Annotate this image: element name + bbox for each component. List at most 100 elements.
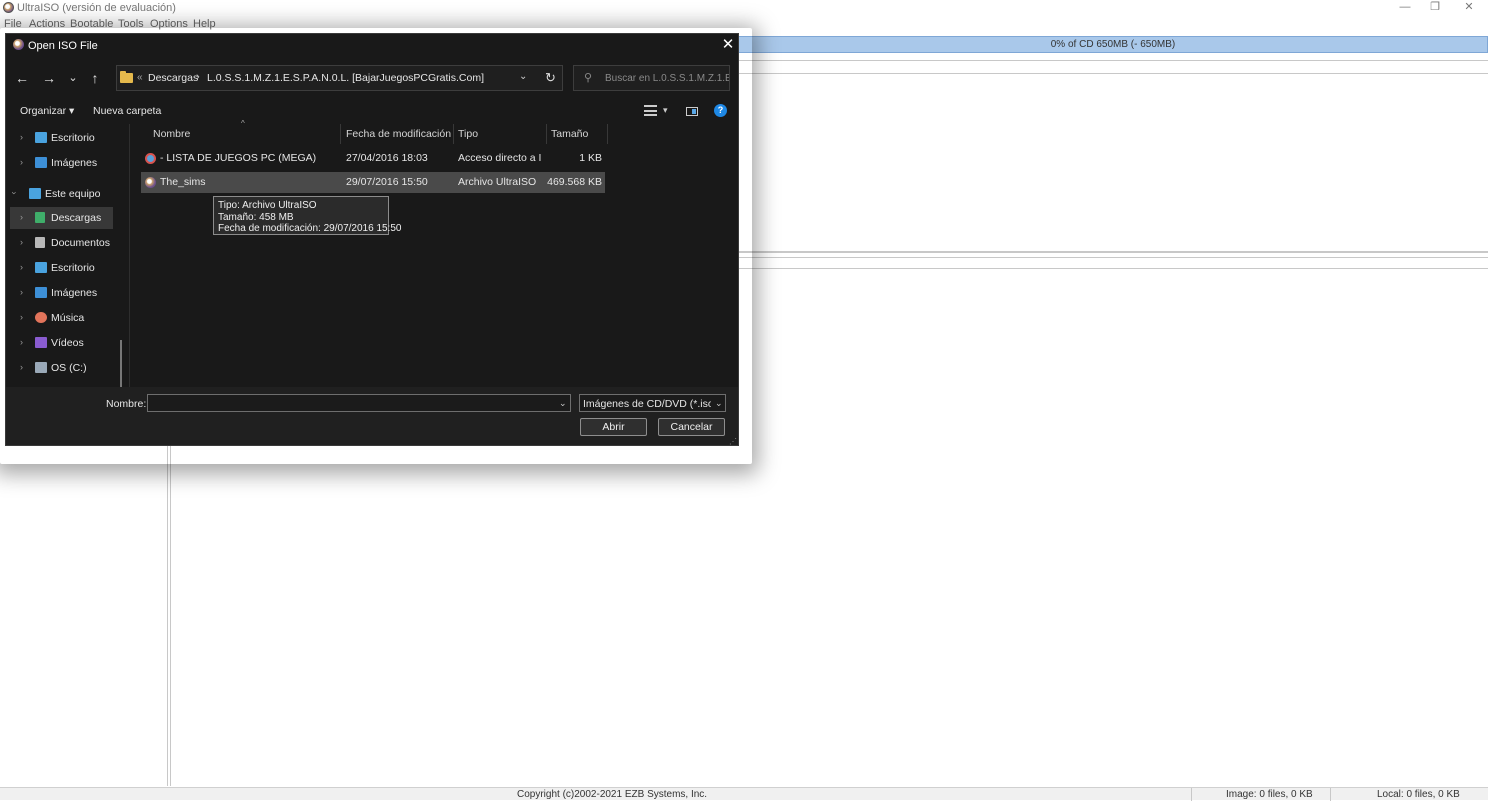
dialog-title: Open ISO File <box>28 40 98 52</box>
column-header-size[interactable]: Tamaño <box>551 128 588 140</box>
navigation-pane: › Escritorio › Imágenes › Este equipo › … <box>6 124 129 444</box>
desktop-icon <box>35 262 47 273</box>
app-titlebar: UltraISO (versión de evaluación) — ❐ ✕ <box>0 0 1488 16</box>
tooltip-modified: Fecha de modificación: 29/07/2016 15:50 <box>218 223 402 234</box>
search-input[interactable]: ⚲ Buscar en L.0.S.S.1.M.Z.1.E.S... <box>573 65 730 91</box>
lower-vertical-splitter[interactable] <box>167 446 168 786</box>
nav-item-imagenes[interactable]: › Imágenes <box>6 152 126 174</box>
up-arrow-icon[interactable]: ↑ <box>86 69 104 87</box>
file-name-history-dropdown-icon[interactable]: ⌄ <box>559 398 567 409</box>
computer-icon <box>29 188 41 199</box>
open-iso-dialog: Open ISO File ✕ ← → ⌄ ↑ « Descargas › L.… <box>5 33 739 446</box>
back-arrow-icon[interactable]: ← <box>13 69 31 87</box>
close-app-button[interactable]: ✕ <box>1452 0 1486 16</box>
pictures-icon <box>35 287 47 298</box>
organize-button[interactable]: Organizar ▾ <box>20 105 74 117</box>
file-row[interactable]: - LISTA DE JUEGOS PC (MEGA) 27/04/2016 1… <box>141 148 605 169</box>
iso-file-icon <box>145 177 156 188</box>
expand-chevron-icon[interactable]: › <box>20 312 23 322</box>
column-header-name[interactable]: Nombre <box>153 128 190 140</box>
toolbar-divider <box>738 60 1488 61</box>
new-folder-button[interactable]: Nueva carpeta <box>93 105 161 117</box>
expand-chevron-icon[interactable]: › <box>20 287 23 297</box>
breadcrumb-separator-icon[interactable]: › <box>196 71 200 83</box>
file-name-label: Nombre: <box>106 398 147 410</box>
nav-item-label: Descargas <box>51 212 102 224</box>
nav-item-imagenes-2[interactable]: › Imágenes <box>6 282 126 304</box>
videos-icon <box>35 337 47 348</box>
dialog-close-button[interactable]: ✕ <box>719 36 737 54</box>
nav-item-escritorio[interactable]: › Escritorio <box>6 127 126 149</box>
nav-item-label: Documentos <box>51 237 110 249</box>
minimize-button[interactable]: — <box>1388 0 1422 16</box>
expand-chevron-icon[interactable]: › <box>20 212 23 222</box>
nav-item-label: Música <box>51 312 85 324</box>
breadcrumb-overflow-icon[interactable]: « <box>137 72 143 83</box>
nav-item-descargas[interactable]: › Descargas <box>10 207 113 229</box>
column-separator[interactable] <box>340 124 341 144</box>
nav-item-os-c[interactable]: › OS (C:) <box>6 357 126 379</box>
expand-chevron-icon[interactable]: › <box>20 237 23 247</box>
file-name-input[interactable] <box>147 394 571 412</box>
splitter-top[interactable] <box>738 251 1488 253</box>
file-size: 469.568 KB <box>547 176 602 188</box>
restore-button[interactable]: ❐ <box>1418 0 1452 16</box>
column-header-modified[interactable]: Fecha de modificación <box>346 128 451 140</box>
expand-chevron-icon[interactable]: › <box>20 262 23 272</box>
lower-vertical-splitter-edge <box>170 446 171 786</box>
column-separator[interactable] <box>453 124 454 144</box>
music-icon <box>35 312 47 323</box>
breadcrumb-current-folder[interactable]: L.0.S.S.1.M.Z.1.E.S.P.A.N.0.L. [BajarJue… <box>207 72 484 84</box>
file-type-select[interactable]: Imágenes de CD/DVD (*.iso;*.isz;*.bin) ⌄ <box>579 394 726 412</box>
address-dropdown-icon[interactable]: ⌄ <box>519 71 527 82</box>
recent-locations-chevron-icon[interactable]: ⌄ <box>64 69 82 87</box>
address-bar[interactable]: « Descargas › L.0.S.S.1.M.Z.1.E.S.P.A.N.… <box>116 65 563 91</box>
collapse-chevron-icon[interactable]: › <box>10 192 20 195</box>
nav-item-label: Escritorio <box>51 132 95 144</box>
tooltip-type: Tipo: Archivo UltraISO <box>218 200 317 211</box>
documents-icon <box>35 237 45 248</box>
resize-grip-icon[interactable]: ⋰ <box>729 437 737 446</box>
forward-arrow-icon[interactable]: → <box>40 69 58 87</box>
status-bar: Copyright (c)2002-2021 EZB Systems, Inc.… <box>0 787 1488 801</box>
breadcrumb-descargas[interactable]: Descargas <box>148 72 198 84</box>
refresh-icon[interactable]: ↻ <box>545 70 556 86</box>
view-options-icon[interactable] <box>644 105 657 116</box>
column-separator[interactable] <box>607 124 608 144</box>
expand-chevron-icon[interactable]: › <box>20 157 23 167</box>
expand-chevron-icon[interactable]: › <box>20 132 23 142</box>
file-row[interactable]: The_sims 29/07/2016 15:50 Archivo UltraI… <box>141 172 605 193</box>
cancel-button[interactable]: Cancelar <box>658 418 725 436</box>
nav-item-escritorio-2[interactable]: › Escritorio <box>6 257 126 279</box>
nav-item-label: OS (C:) <box>51 362 87 374</box>
nav-pane-divider[interactable] <box>129 124 130 387</box>
open-button[interactable]: Abrir <box>580 418 647 436</box>
search-placeholder: Buscar en L.0.S.S.1.M.Z.1.E.S... <box>605 73 729 84</box>
view-options-dropdown-icon[interactable]: ▾ <box>663 105 668 116</box>
ultraiso-dialog-icon <box>13 39 24 50</box>
nav-item-label: Este equipo <box>45 188 101 200</box>
nav-item-label: Imágenes <box>51 157 98 169</box>
expand-chevron-icon[interactable]: › <box>20 362 23 372</box>
column-header-type[interactable]: Tipo <box>458 128 478 140</box>
lower-pane-header <box>738 268 1488 269</box>
help-icon[interactable]: ? <box>714 104 727 117</box>
splitter-bottom <box>738 257 1488 258</box>
expand-chevron-icon[interactable]: › <box>20 337 23 347</box>
nav-item-musica[interactable]: › Música <box>6 307 126 329</box>
file-tooltip: Tipo: Archivo UltraISO Tamaño: 458 MB Fe… <box>213 196 402 235</box>
capacity-label: 0% of CD 650MB (- 650MB) <box>1050 39 1176 50</box>
nav-item-este-equipo[interactable]: › Este equipo <box>6 183 126 205</box>
dialog-footer: Nombre: ⌄ Imágenes de CD/DVD (*.iso;*.is… <box>6 387 738 446</box>
tooltip-size: Tamaño: 458 MB <box>218 211 294 223</box>
ultraiso-app-icon <box>3 2 14 13</box>
column-separator[interactable] <box>546 124 547 144</box>
nav-item-documentos[interactable]: › Documentos <box>6 232 126 254</box>
folder-icon <box>120 71 133 83</box>
file-name: The_sims <box>160 176 206 188</box>
pane-divider <box>738 73 1488 74</box>
capacity-bar: 0% of CD 650MB (- 650MB) <box>738 36 1488 53</box>
chevron-down-icon: ⌄ <box>715 398 723 408</box>
nav-item-videos[interactable]: › Vídeos <box>6 332 126 354</box>
preview-pane-icon[interactable] <box>686 107 698 116</box>
